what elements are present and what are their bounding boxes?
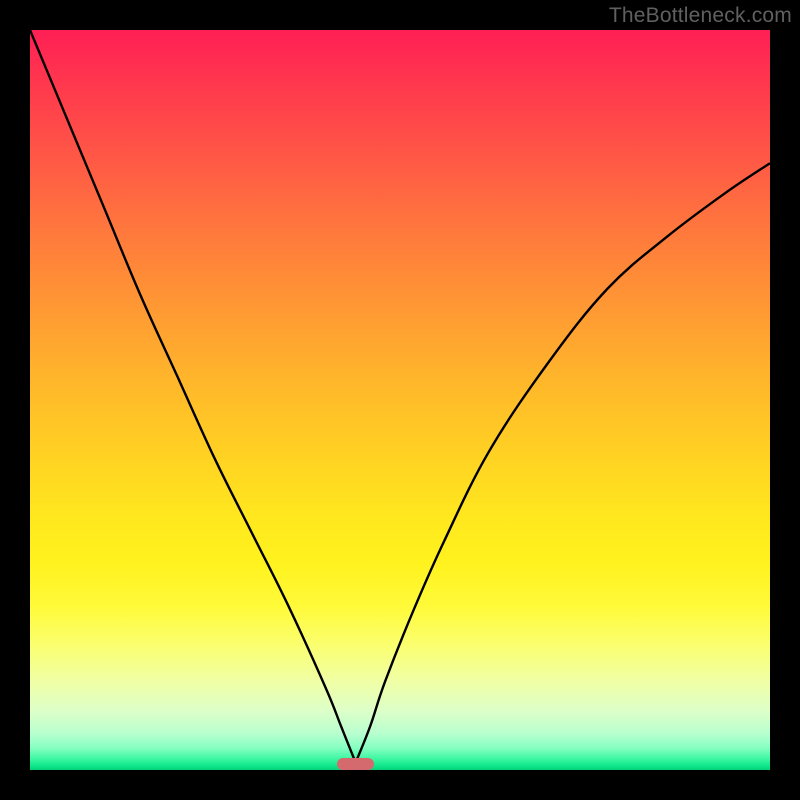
right-curve xyxy=(356,163,770,762)
curve-layer xyxy=(30,30,770,770)
chart-frame: TheBottleneck.com xyxy=(0,0,800,800)
watermark-text: TheBottleneck.com xyxy=(609,4,792,28)
plot-area xyxy=(30,30,770,770)
left-curve xyxy=(30,30,356,763)
bottleneck-marker xyxy=(337,758,374,770)
